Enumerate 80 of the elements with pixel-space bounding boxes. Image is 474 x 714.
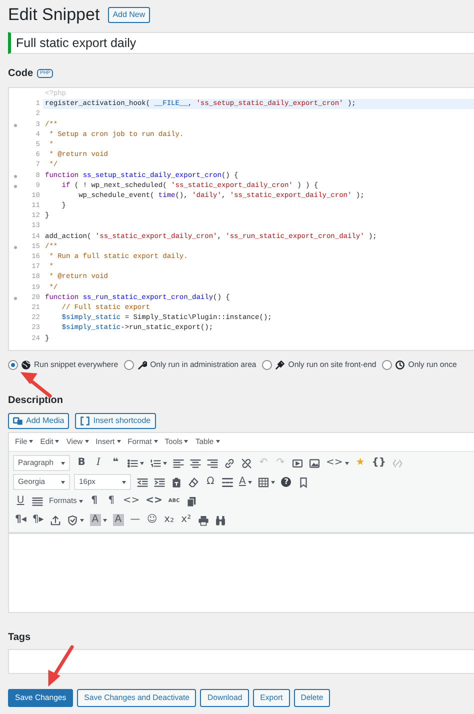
outdent-icon xyxy=(137,476,148,488)
toolbar-button[interactable]: ¶◂ xyxy=(13,512,28,528)
toolbar-button[interactable]: I xyxy=(91,455,106,472)
bullet-list-icon xyxy=(127,458,138,469)
fold-marker-icon[interactable] xyxy=(14,246,17,249)
link-icon xyxy=(224,458,235,469)
indent-icon xyxy=(154,476,165,488)
toolbar-button[interactable]: x₂ xyxy=(162,512,177,528)
table-icon xyxy=(258,476,269,488)
toolbar-button[interactable]: — xyxy=(128,512,143,528)
toolbar-button[interactable]: ¶ xyxy=(104,493,119,510)
radio-button[interactable] xyxy=(382,360,392,370)
code-editor[interactable] xyxy=(8,87,474,351)
caret-icon xyxy=(55,440,60,444)
shield-icon xyxy=(66,514,78,526)
insert-shortcode-button[interactable]: Insert shortcode xyxy=(75,412,156,429)
toolbar-button[interactable]: ☺ xyxy=(144,512,160,528)
page-title: Edit Snippet xyxy=(8,5,100,25)
toolbar-button[interactable]: Ω xyxy=(203,474,218,490)
toolbar-button[interactable]: ❝ xyxy=(108,455,123,472)
fold-marker-icon[interactable] xyxy=(14,184,17,188)
align-right-icon xyxy=(207,458,218,469)
fold-marker-icon[interactable] xyxy=(14,124,17,127)
upload-icon xyxy=(50,514,61,526)
caret-icon xyxy=(154,440,158,444)
caret-icon xyxy=(84,440,89,444)
align-left-icon xyxy=(173,458,184,469)
toolbar-button[interactable]: U xyxy=(13,493,28,510)
caret-icon xyxy=(29,440,34,444)
caret-icon xyxy=(78,500,83,503)
toolbar-button[interactable]: A xyxy=(110,512,126,528)
media-icon xyxy=(13,416,23,426)
title-field[interactable]: Full static export daily xyxy=(8,32,474,54)
image-icon xyxy=(309,458,320,469)
copy-icon xyxy=(186,496,197,507)
description-label: Description xyxy=(8,394,64,408)
fold-marker-icon[interactable] xyxy=(14,174,17,178)
radio-button[interactable] xyxy=(124,360,134,370)
toolbar-button[interactable]: A xyxy=(88,512,109,528)
eraser-icon xyxy=(188,476,199,488)
toolbar-button[interactable]: ¶▸ xyxy=(30,512,46,528)
annotation-arrow xyxy=(48,645,74,687)
radio-button[interactable] xyxy=(8,360,18,370)
toolbar-button[interactable]: x² xyxy=(178,512,194,528)
caret-icon xyxy=(184,440,188,444)
toolbar-button[interactable]: <> xyxy=(144,493,164,510)
globe-icon xyxy=(21,360,31,370)
video-icon xyxy=(292,458,303,469)
code-icon xyxy=(392,458,404,469)
numbered-list-icon xyxy=(150,458,161,469)
justify-icon xyxy=(32,496,43,507)
toolbar-button[interactable]: <> xyxy=(324,455,351,472)
align-center-icon xyxy=(190,458,201,469)
caret-icon xyxy=(61,462,66,465)
add-media-button[interactable]: Add Media xyxy=(8,412,70,429)
caret-icon xyxy=(116,440,121,444)
radio-button[interactable] xyxy=(262,360,272,370)
brackets-icon xyxy=(80,416,90,426)
page-break-icon xyxy=(222,476,233,488)
tags-field[interactable] xyxy=(8,648,474,674)
code-label: Code xyxy=(8,67,33,81)
add-new-button[interactable]: Add New xyxy=(108,7,150,23)
toolbar-button[interactable]: B xyxy=(74,455,89,472)
toolbar-button[interactable]: <> xyxy=(120,493,142,510)
toolbar-button[interactable]: ¶ xyxy=(86,493,102,510)
clock-icon xyxy=(395,360,406,370)
wrench-icon xyxy=(137,360,148,370)
toolbar-button[interactable]: A xyxy=(237,474,254,490)
caret-icon xyxy=(216,440,220,444)
pushpin-icon xyxy=(275,360,286,370)
fold-marker-icon[interactable] xyxy=(14,296,17,300)
unlink-icon xyxy=(241,458,252,469)
toolbar-button[interactable]: {} xyxy=(370,455,388,472)
caret-icon xyxy=(122,480,126,484)
clipboard-icon xyxy=(171,476,182,488)
tags-label: Tags xyxy=(8,630,32,645)
binoculars-icon xyxy=(214,514,226,526)
caret-icon xyxy=(61,480,65,484)
printer-icon xyxy=(198,514,209,526)
bookmark-icon xyxy=(298,476,309,488)
